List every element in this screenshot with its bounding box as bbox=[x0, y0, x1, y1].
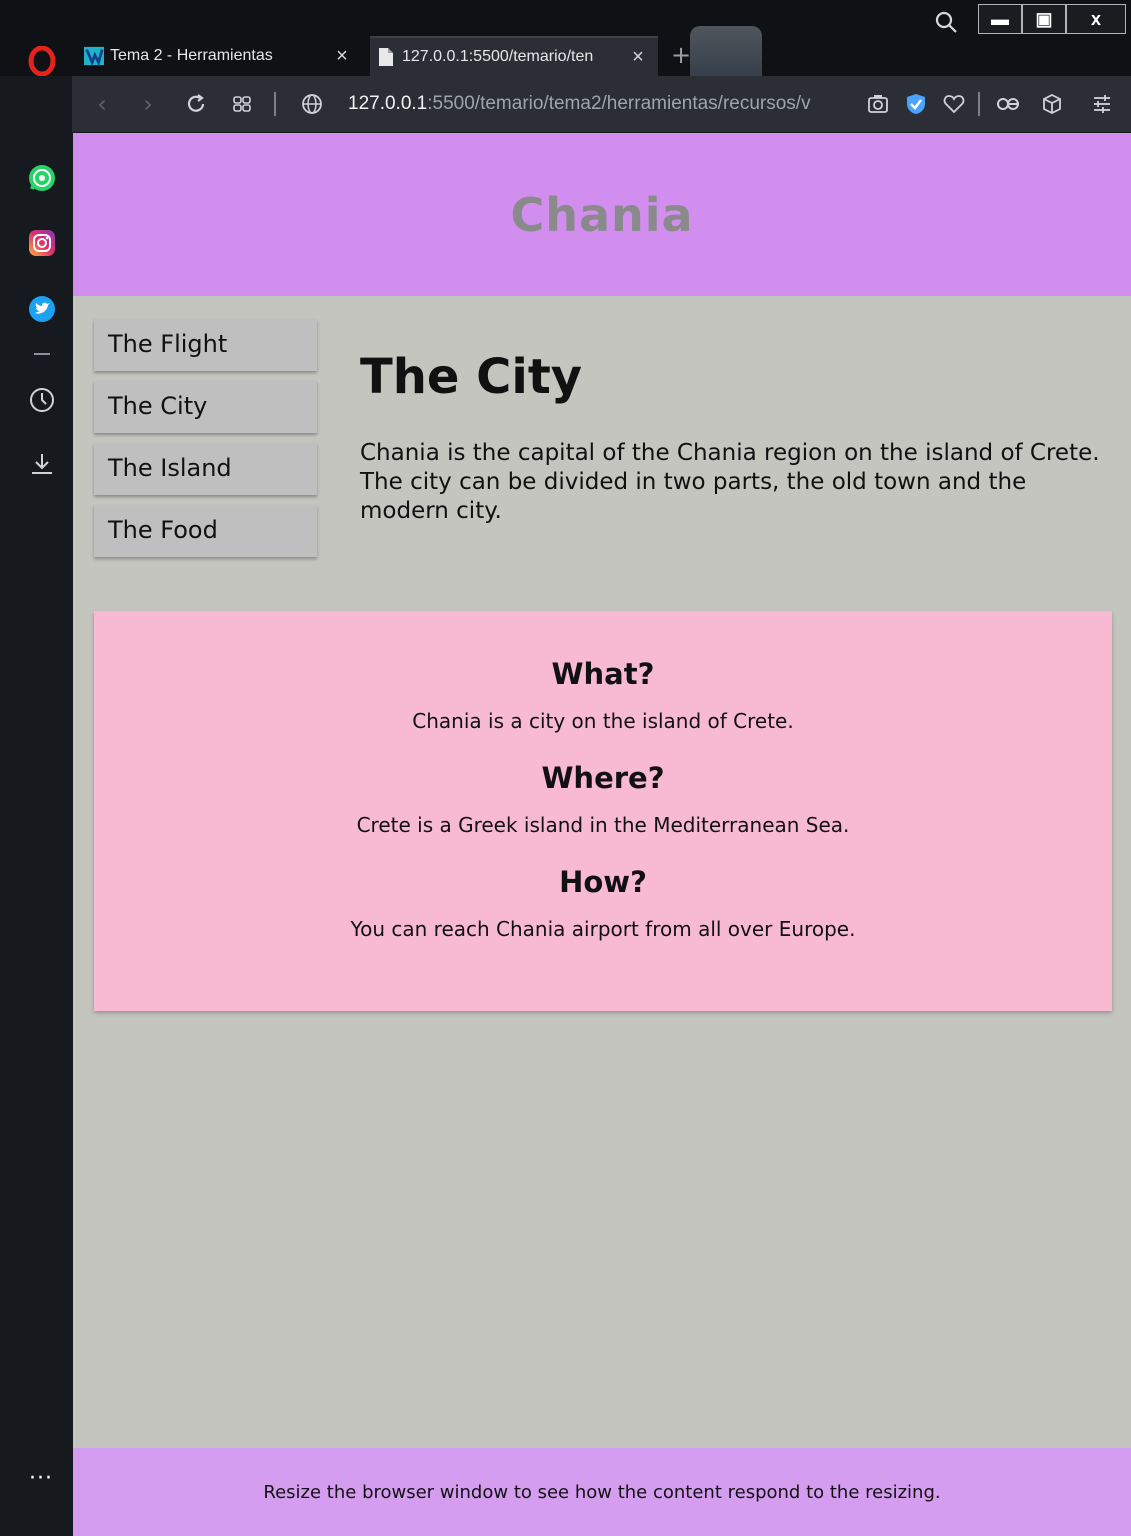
section-heading: The City bbox=[360, 349, 583, 405]
globe-icon[interactable] bbox=[298, 90, 326, 118]
address-bar: ‹ › 127.0.0.1:5500/temario/tema2/herrami… bbox=[72, 76, 1131, 132]
tab-tema2[interactable]: Tema 2 - Herramientas × bbox=[78, 36, 362, 76]
url-host: 127.0.0.1 bbox=[348, 93, 428, 114]
close-window-button[interactable]: x bbox=[1066, 4, 1126, 34]
search-tabs-icon[interactable] bbox=[934, 10, 960, 36]
twitter-icon[interactable] bbox=[28, 295, 56, 323]
page-header: Chania bbox=[73, 133, 1131, 296]
glass-reflection bbox=[690, 26, 762, 76]
reload-icon[interactable] bbox=[182, 90, 210, 118]
sidebar-divider bbox=[34, 353, 50, 355]
maximize-button[interactable]: ▣ bbox=[1022, 4, 1066, 34]
vscode-live-icon bbox=[84, 46, 104, 66]
forward-icon[interactable]: › bbox=[134, 90, 162, 118]
toolbar-separator bbox=[978, 92, 980, 116]
info-question: What? bbox=[551, 657, 655, 691]
history-icon[interactable] bbox=[28, 386, 56, 414]
menu-item-food[interactable]: The Food bbox=[94, 505, 317, 557]
menu-item-island[interactable]: The Island bbox=[94, 443, 317, 495]
vpn-shield-icon[interactable] bbox=[902, 90, 930, 118]
menu-item-city[interactable]: The City bbox=[94, 381, 317, 433]
heart-icon[interactable] bbox=[940, 90, 968, 118]
minimize-button[interactable]: ▬ bbox=[978, 4, 1022, 34]
opera-logo-icon[interactable] bbox=[28, 45, 56, 77]
web-page: Chania The Flight The City The Island Th… bbox=[73, 133, 1131, 1536]
info-question: How? bbox=[559, 865, 647, 899]
sidebar-more-icon[interactable]: ··· bbox=[26, 1466, 56, 1491]
info-answer: Crete is a Greek island in the Mediterra… bbox=[356, 813, 850, 837]
tab-title: 127.0.0.1:5500/temario/ten bbox=[402, 48, 594, 65]
tab-bar: Tema 2 - Herramientas × 127.0.0.1:5500/t… bbox=[0, 0, 1131, 77]
browser-window: Tema 2 - Herramientas × 127.0.0.1:5500/t… bbox=[0, 0, 1131, 1536]
info-answer: You can reach Chania airport from all ov… bbox=[350, 917, 856, 941]
speed-dial-icon[interactable] bbox=[228, 90, 256, 118]
snapshot-icon[interactable] bbox=[864, 90, 892, 118]
info-question: Where? bbox=[541, 761, 665, 795]
downloads-icon[interactable] bbox=[28, 450, 56, 478]
page-title: Chania bbox=[510, 187, 694, 242]
tab-title: Tema 2 - Herramientas bbox=[110, 47, 273, 64]
footer-text: Resize the browser window to see how the… bbox=[263, 1481, 941, 1503]
back-icon[interactable]: ‹ bbox=[88, 90, 116, 118]
url-path: :5500/temario/tema2/herramientas/recurso… bbox=[427, 93, 811, 114]
menu-item-flight[interactable]: The Flight bbox=[94, 319, 317, 371]
side-menu: The Flight The City The Island The Food bbox=[94, 319, 317, 567]
tab-close-icon[interactable]: × bbox=[626, 46, 650, 69]
toolbar-separator bbox=[274, 92, 276, 116]
document-icon bbox=[376, 47, 396, 67]
easy-setup-icon[interactable] bbox=[1088, 90, 1116, 118]
main-content: The City Chania is the capital of the Ch… bbox=[360, 349, 1120, 526]
window-controls: ▬ ▣ x bbox=[978, 4, 1126, 34]
instagram-icon[interactable] bbox=[28, 229, 56, 257]
cube-icon[interactable] bbox=[1038, 90, 1066, 118]
opera-sidebar: ··· bbox=[0, 76, 72, 1536]
tab-close-icon[interactable]: × bbox=[330, 45, 354, 68]
info-answer: Chania is a city on the island of Crete. bbox=[412, 709, 794, 733]
info-box: What? Chania is a city on the island of … bbox=[94, 611, 1112, 1011]
tab-active[interactable]: 127.0.0.1:5500/temario/ten × bbox=[370, 36, 658, 76]
whatsapp-icon[interactable] bbox=[28, 164, 56, 192]
aria-icon[interactable] bbox=[994, 90, 1022, 118]
page-footer: Resize the browser window to see how the… bbox=[73, 1448, 1131, 1536]
url-field[interactable]: 127.0.0.1:5500/temario/tema2/herramienta… bbox=[348, 90, 848, 118]
section-body: Chania is the capital of the Chania regi… bbox=[360, 440, 1100, 524]
